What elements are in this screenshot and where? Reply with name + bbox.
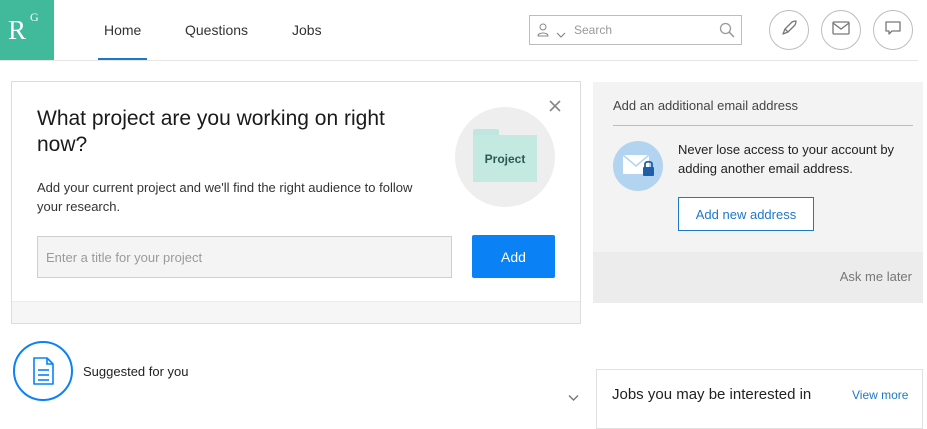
- document-icon: [13, 341, 73, 401]
- project-illustration: Project: [455, 107, 555, 207]
- tab-questions[interactable]: Questions: [185, 22, 248, 38]
- email-panel-heading: Add an additional email address: [613, 98, 799, 113]
- header-divider: [0, 60, 918, 61]
- ask-me-later-link[interactable]: Ask me later: [840, 269, 912, 284]
- chevron-down-icon[interactable]: [556, 26, 566, 44]
- rocket-button[interactable]: [769, 10, 809, 50]
- project-prompt-card: What project are you working on right no…: [11, 81, 581, 324]
- tab-jobs[interactable]: Jobs: [292, 22, 322, 38]
- search-box[interactable]: [529, 15, 742, 45]
- logo-g: G: [30, 10, 39, 24]
- rocket-icon: [780, 19, 798, 42]
- chat-icon: [884, 20, 902, 41]
- project-title-input[interactable]: [37, 236, 452, 278]
- view-more-link[interactable]: View more: [852, 388, 908, 402]
- email-panel-divider: [613, 125, 913, 126]
- folder-icon: Project: [473, 129, 537, 182]
- add-new-address-button[interactable]: Add new address: [678, 197, 814, 231]
- tab-home[interactable]: Home: [104, 22, 141, 38]
- project-card-description: Add your current project and we'll find …: [37, 180, 413, 214]
- researchgate-logo[interactable]: R G: [0, 0, 54, 61]
- mail-icon: [832, 20, 850, 40]
- project-card-footer: [12, 301, 580, 323]
- add-project-button[interactable]: Add: [472, 235, 555, 278]
- email-panel-message: Never lose access to your account by add…: [678, 142, 895, 176]
- jobs-panel: Jobs you may be interested in View more: [596, 369, 923, 429]
- top-bar: R G Home Questions Jobs: [0, 0, 927, 61]
- chevron-down-icon[interactable]: [568, 389, 579, 407]
- project-card-title: What project are you working on right no…: [37, 107, 385, 156]
- suggested-for-you-label: Suggested for you: [83, 364, 189, 379]
- search-input[interactable]: [574, 20, 714, 40]
- locked-envelope-icon: [613, 141, 663, 191]
- messages-button[interactable]: [821, 10, 861, 50]
- person-icon[interactable]: [537, 23, 549, 42]
- close-icon[interactable]: [549, 99, 561, 117]
- jobs-panel-title: Jobs you may be interested in: [612, 386, 812, 403]
- search-icon[interactable]: [719, 22, 735, 43]
- additional-email-panel: Add an additional email address Never lo…: [593, 82, 923, 303]
- notifications-button[interactable]: [873, 10, 913, 50]
- logo-r: R: [8, 15, 27, 45]
- folder-label: Project: [484, 151, 526, 166]
